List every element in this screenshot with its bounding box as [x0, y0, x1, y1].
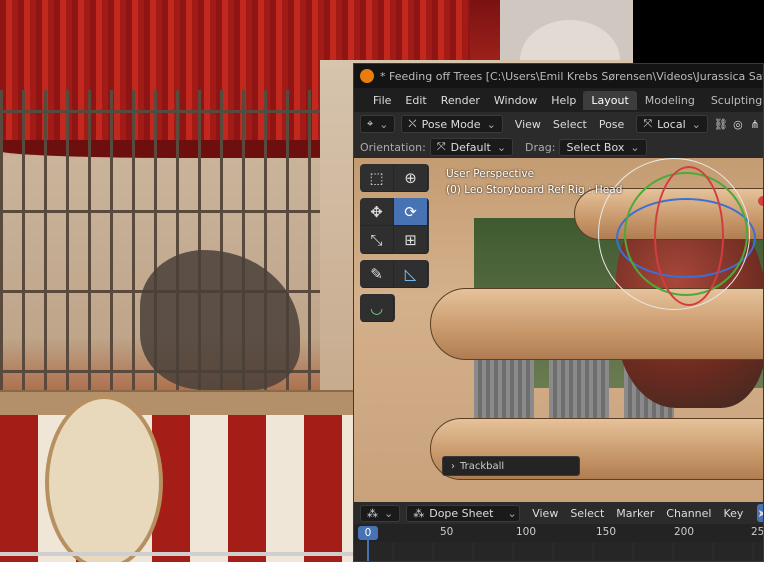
move-tool-icon[interactable]: ✥ — [360, 198, 394, 226]
decorative-emblem — [45, 395, 163, 562]
chevron-down-icon: ⌄ — [507, 506, 517, 520]
dope-mode-dropdown[interactable]: ⁂ Dope Sheet ⌄ — [406, 504, 521, 522]
blender-window: * Feeding off Trees [C:\Users\Emil Krebs… — [353, 63, 764, 562]
orientation-dropdown[interactable]: ⤧ Default ⌄ — [429, 138, 514, 156]
top-menu-bar: File Edit Render Window Help Layout Mode… — [354, 88, 763, 112]
dope-editor-type-dropdown[interactable]: ⁂ ⌄ — [360, 504, 401, 522]
dope-menu-key[interactable]: Key — [717, 507, 749, 520]
transform-space-label: Local — [657, 117, 686, 131]
link-icon[interactable]: ⛓ — [714, 115, 728, 133]
last-operator-label: Trackball — [460, 460, 505, 472]
scale-tool-icon[interactable]: ⤡ — [360, 226, 394, 254]
tool-group-relax: ◡ — [360, 294, 395, 322]
orientation-label: Orientation: — [360, 140, 426, 154]
blender-logo-icon — [360, 69, 374, 83]
chevron-down-icon: ⌄ — [496, 140, 507, 154]
transform-space-icon: ⤧ — [643, 117, 653, 130]
relax-tool-icon[interactable]: ◡ — [360, 294, 394, 322]
last-operator-panel[interactable]: › Trackball — [442, 456, 580, 476]
viewport-menu-select[interactable]: Select — [547, 118, 593, 131]
tool-settings-bar: Orientation: ⤧ Default ⌄ Drag: Select Box ⌄ — [354, 136, 763, 158]
frame-label: 25 — [751, 526, 764, 538]
menu-window[interactable]: Window — [487, 94, 544, 107]
select-box-tool-icon[interactable]: ⬚ — [360, 164, 394, 192]
drag-dropdown[interactable]: Select Box ⌄ — [559, 138, 647, 156]
dope-sheet-channels[interactable] — [354, 542, 763, 561]
chevron-down-icon: ⌄ — [486, 117, 496, 131]
tool-group-transform: ✥ ⟳ ⤡ ⊞ — [360, 198, 429, 254]
dope-menu-channel[interactable]: Channel — [660, 507, 717, 520]
current-frame-indicator[interactable]: 0 — [358, 526, 378, 540]
annotate-tool-icon[interactable]: ✎ — [360, 260, 394, 288]
viewport-menu-view[interactable]: View — [509, 118, 547, 131]
frame-ruler[interactable]: 0 50 100 150 200 25 — [354, 524, 764, 542]
rotate-tool-icon[interactable]: ⟳ — [394, 198, 428, 226]
chevron-down-icon: ⌄ — [384, 506, 394, 520]
frame-label: 50 — [440, 526, 454, 538]
viewport-editor-icon: ⌖ — [367, 117, 374, 130]
mode-label: Pose Mode — [421, 117, 481, 131]
menu-help[interactable]: Help — [544, 94, 583, 107]
title-bar: * Feeding off Trees [C:\Users\Emil Krebs… — [354, 64, 763, 88]
navigation-gizmo-x-axis[interactable] — [758, 196, 763, 206]
chevron-down-icon: ⌄ — [379, 117, 389, 131]
viewport-info-overlay: User Perspective (0) Leo Storyboard Ref … — [446, 166, 622, 198]
menu-render[interactable]: Render — [434, 94, 487, 107]
select-cursor-icon[interactable]: ➤ — [757, 504, 763, 522]
dope-menu-marker[interactable]: Marker — [610, 507, 660, 520]
dope-mode-icon: ⁂ — [413, 506, 425, 520]
tool-group-annotate: ✎ ◺ — [360, 260, 429, 288]
window-title: * Feeding off Trees [C:\Users\Emil Krebs… — [380, 69, 763, 83]
chevron-down-icon: ⌄ — [691, 117, 701, 131]
dope-menu-view[interactable]: View — [526, 507, 564, 520]
orientation-value: Default — [450, 140, 491, 154]
workspace-tab-layout[interactable]: Layout — [583, 90, 637, 110]
menu-file[interactable]: File — [366, 94, 398, 107]
dope-sheet-editor-icon: ⁂ — [367, 506, 378, 520]
snap-icon[interactable]: ⋔ — [748, 115, 762, 133]
workspace-tab-sculpting[interactable]: Sculpting — [703, 91, 763, 110]
frame-label: 100 — [516, 526, 537, 538]
3d-viewport[interactable]: User Perspective (0) Leo Storyboard Ref … — [354, 158, 763, 502]
wooden-log — [430, 288, 763, 360]
transform-tool-icon[interactable]: ⊞ — [394, 226, 428, 254]
viewport-menu-pose[interactable]: Pose — [593, 118, 630, 131]
mode-dropdown[interactable]: ⛌ Pose Mode ⌄ — [401, 115, 503, 133]
cursor-tool-icon[interactable]: ⊕ — [394, 164, 428, 192]
drag-label: Drag: — [525, 140, 556, 154]
dope-menu-select[interactable]: Select — [564, 507, 610, 520]
editor-type-dropdown[interactable]: ⌖ ⌄ — [360, 115, 396, 133]
pose-mode-icon: ⛌ — [408, 117, 417, 130]
measure-tool-icon[interactable]: ◺ — [394, 260, 428, 288]
frame-label: 150 — [596, 526, 617, 538]
dope-mode-label: Dope Sheet — [429, 506, 494, 520]
drag-value: Select Box — [566, 140, 625, 154]
chevron-right-icon: › — [451, 460, 455, 472]
menu-edit[interactable]: Edit — [398, 94, 433, 107]
chevron-down-icon: ⌄ — [630, 140, 640, 154]
active-object-label: (0) Leo Storyboard Ref Rig : Head — [446, 184, 623, 196]
frame-label: 200 — [674, 526, 695, 538]
orientation-icon: ⤧ — [436, 140, 446, 153]
playhead-line[interactable] — [367, 540, 369, 561]
transform-space-dropdown[interactable]: ⤧ Local ⌄ — [636, 115, 708, 133]
dope-sheet-header: ⁂ ⌄ ⁂ Dope Sheet ⌄ View Select Marker Chann… — [354, 502, 763, 524]
perspective-label: User Perspective — [446, 168, 535, 180]
tool-shelf: ⬚ ⊕ ✥ ⟳ ⤡ ⊞ ✎ ◺ ◡ — [360, 164, 430, 328]
proportional-edit-icon[interactable]: ◎ — [731, 115, 745, 133]
viewport-header: ⌖ ⌄ ⛌ Pose Mode ⌄ View Select Pose ⤧ Local ⌄ … — [354, 112, 763, 136]
tool-group-select: ⬚ ⊕ — [360, 164, 429, 192]
workspace-tab-modeling[interactable]: Modeling — [637, 91, 703, 110]
